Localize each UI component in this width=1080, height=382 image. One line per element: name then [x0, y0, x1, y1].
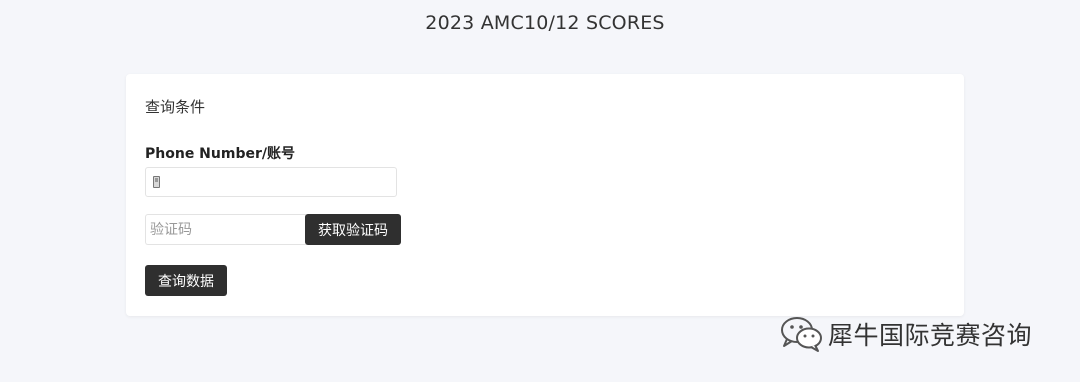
watermark: 犀牛国际竞赛咨询 — [778, 314, 1032, 354]
card-title: 查询条件 — [145, 98, 206, 116]
get-verification-code-button[interactable]: 获取验证码 — [305, 214, 401, 245]
query-data-button[interactable]: 查询数据 — [145, 265, 227, 296]
verification-code-input[interactable] — [145, 214, 306, 245]
query-card: 查询条件 Phone Number/账号 获取验证码 查询数据 — [126, 74, 964, 316]
phone-input[interactable] — [170, 168, 394, 198]
page-title: 2023 AMC10/12 SCORES — [425, 12, 665, 34]
phone-field-label: Phone Number/账号 — [145, 146, 295, 162]
wechat-icon — [778, 314, 826, 354]
watermark-text: 犀牛国际竞赛咨询 — [828, 321, 1033, 350]
phone-icon — [153, 176, 160, 188]
phone-input-wrapper[interactable] — [145, 167, 397, 198]
